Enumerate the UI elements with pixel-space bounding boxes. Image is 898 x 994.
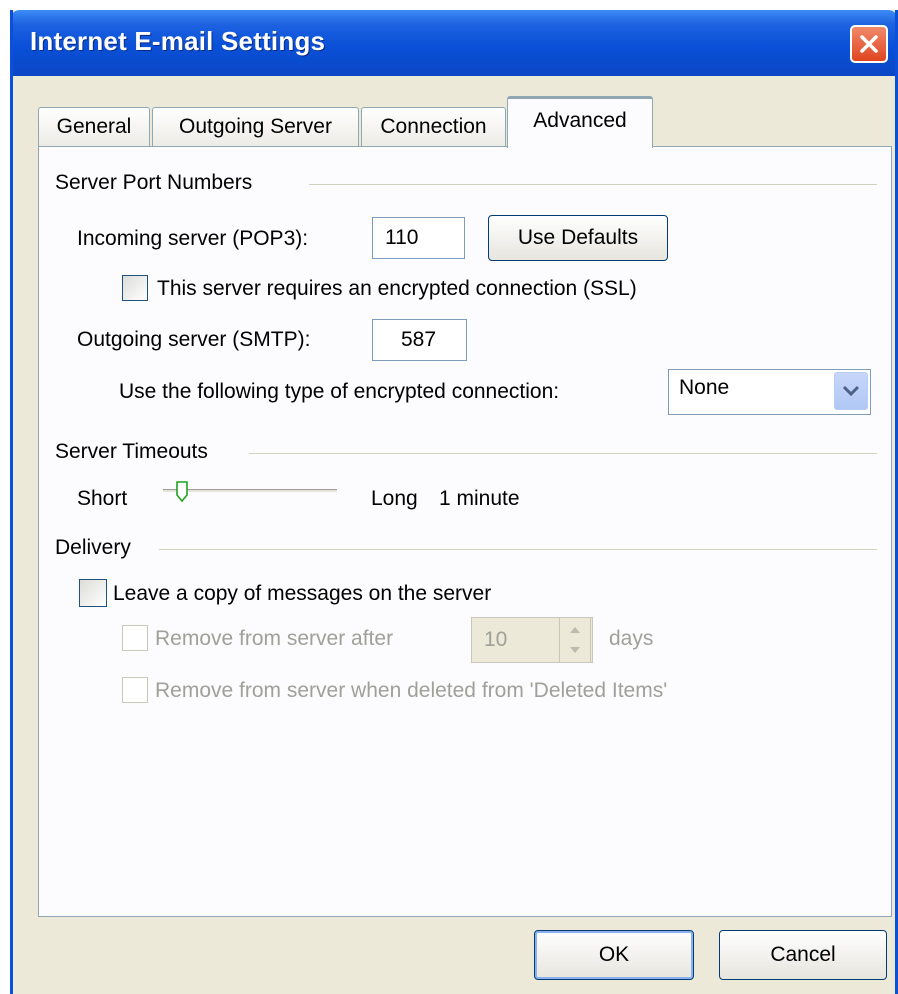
encryption-type-value: None [679,376,730,399]
tab-connection[interactable]: Connection [361,107,506,147]
remove-after-days-value: 10 [484,628,508,651]
use-defaults-label: Use Defaults [517,226,639,249]
close-button[interactable] [850,25,888,63]
use-defaults-button[interactable]: Use Defaults [488,215,668,261]
spin-up-icon [570,627,580,633]
remove-deleted-label: Remove from server when deleted from 'De… [155,679,668,702]
tab-advanced-label: Advanced [533,109,627,132]
encryption-type-select[interactable]: None [668,369,871,415]
incoming-server-label: Incoming server (POP3): [77,227,309,250]
timeouts-divider [249,453,877,455]
ssl-checkbox[interactable] [122,275,148,301]
dropdown-button[interactable] [834,372,868,410]
remove-after-label: Remove from server after [155,627,394,650]
tab-advanced[interactable]: Advanced [507,96,653,148]
cancel-button[interactable]: Cancel [719,930,887,980]
tab-general-label: General [56,115,132,138]
ok-button[interactable]: OK [534,930,694,980]
chevron-down-icon [842,385,860,397]
outgoing-port-input[interactable] [372,319,467,361]
tab-general[interactable]: General [38,107,150,147]
encryption-type-label: Use the following type of encrypted conn… [119,380,560,403]
incoming-port-input[interactable] [372,217,465,259]
window-title: Internet E-mail Settings [30,26,326,56]
slider-track [163,489,337,492]
internet-email-settings-dialog: Internet E-mail Settings General Outgoin… [10,10,898,994]
cancel-label: Cancel [770,943,836,966]
leave-copy-label: Leave a copy of messages on the server [113,582,492,605]
timeout-slider[interactable] [163,477,337,507]
delivery-heading: Delivery [55,536,131,559]
ssl-checkbox-label: This server requires an encrypted connec… [157,277,637,300]
slider-thumb-icon [176,481,188,503]
timeout-short-label: Short [77,487,128,510]
tab-outgoing-server[interactable]: Outgoing Server [152,107,359,147]
title-bar[interactable]: Internet E-mail Settings [13,10,895,76]
timeout-value-text: 1 minute [439,487,520,510]
server-timeouts-heading: Server Timeouts [55,440,208,463]
port-numbers-divider [309,184,877,186]
remove-after-checkbox[interactable] [122,625,148,651]
slider-thumb[interactable] [176,481,188,503]
leave-copy-checkbox[interactable] [79,579,107,607]
tab-connection-label: Connection [380,115,487,138]
timeout-long-label: Long [371,487,418,510]
server-port-numbers-heading: Server Port Numbers [55,171,253,194]
remove-deleted-checkbox[interactable] [122,677,148,703]
outgoing-server-label: Outgoing server (SMTP): [77,328,311,351]
delivery-divider [159,549,877,551]
ok-label: OK [598,943,630,966]
tab-outgoing-server-label: Outgoing Server [179,115,332,138]
advanced-tab-panel: Server Port Numbers Incoming server (POP… [38,146,892,917]
spin-down-icon [570,647,580,653]
days-label: days [609,627,654,650]
days-spinner[interactable] [559,617,591,663]
close-x-icon [860,35,878,53]
